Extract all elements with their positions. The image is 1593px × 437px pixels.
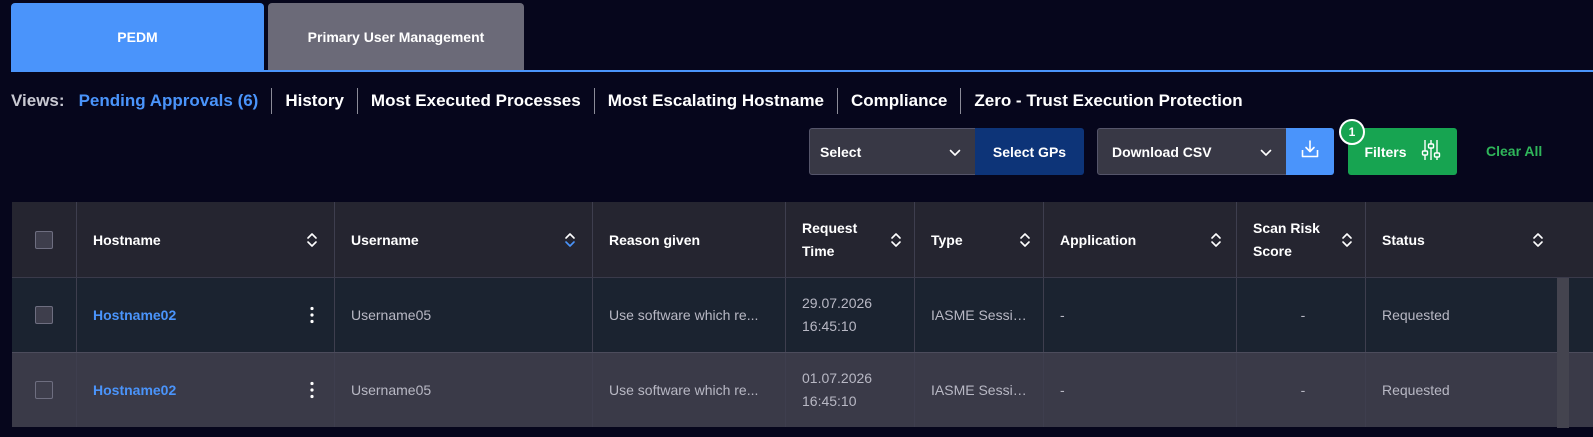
tab-primary-user-management[interactable]: Primary User Management	[268, 3, 524, 71]
filters-count-badge: 1	[1339, 119, 1365, 145]
header-hostname-label: Hostname	[93, 231, 161, 248]
views-nav: Views: Pending Approvals (6) History Mos…	[11, 88, 1256, 114]
tab-underline	[11, 70, 1593, 72]
scan-risk-cell: -	[1237, 353, 1366, 427]
type-text: IASME Sessio...	[931, 382, 1029, 398]
request-time-cell: 01.07.2026 16:45:10	[786, 353, 915, 427]
chevron-down-icon	[949, 144, 961, 160]
type-text: IASME Sessio...	[931, 307, 1029, 323]
request-date: 29.07.2026	[802, 295, 873, 311]
request-time-cell: 29.07.2026 16:45:10	[786, 278, 915, 352]
sort-icon[interactable]	[306, 230, 318, 250]
header-scan-risk-line1: Scan Risk	[1253, 219, 1320, 236]
header-reason: Reason given	[593, 202, 786, 277]
reason-cell: Use software which re...	[593, 278, 786, 352]
tab-pedm[interactable]: PEDM	[11, 3, 264, 71]
row-checkbox[interactable]	[35, 381, 53, 399]
type-cell: IASME Sessio...	[915, 278, 1044, 352]
sort-icon[interactable]	[1532, 230, 1544, 250]
sliders-icon	[1421, 139, 1441, 164]
download-button[interactable]	[1286, 128, 1334, 175]
request-time-value: 01.07.2026 16:45:10	[802, 367, 872, 413]
header-username: Username	[335, 202, 593, 277]
tab-bar: PEDM Primary User Management	[0, 0, 1593, 73]
header-select-cell	[12, 202, 77, 277]
header-username-label: Username	[351, 231, 419, 248]
reason-cell: Use software which re...	[593, 353, 786, 427]
clear-all-link[interactable]: Clear All	[1486, 143, 1542, 159]
status-cell: Requested	[1382, 307, 1450, 323]
application-cell: -	[1044, 353, 1237, 427]
header-scan-risk-label: Scan Risk Score	[1253, 217, 1320, 263]
header-request-time: Request Time	[786, 202, 915, 277]
header-reason-label: Reason given	[609, 231, 701, 248]
reason-text: Use software which re...	[609, 307, 759, 323]
scan-risk-value: -	[1300, 307, 1306, 323]
kebab-menu-icon[interactable]	[310, 381, 318, 399]
table-row: Hostname02 Username05 Use software which…	[12, 277, 1593, 352]
table-row: Hostname02 Username05 Use software which…	[12, 352, 1593, 427]
sort-icon[interactable]	[1341, 230, 1353, 250]
row-checkbox[interactable]	[35, 306, 53, 324]
sort-desc-icon[interactable]	[564, 230, 576, 250]
header-type: Type	[915, 202, 1044, 277]
hostname-link[interactable]: Hostname02	[93, 382, 176, 398]
hostname-link[interactable]: Hostname02	[93, 307, 176, 323]
select-all-checkbox[interactable]	[35, 230, 53, 249]
header-scan-risk-score: Scan Risk Score	[1237, 202, 1366, 277]
row-select-cell	[12, 278, 77, 352]
download-csv-select[interactable]: Download CSV	[1097, 128, 1287, 175]
header-hostname: Hostname	[77, 202, 335, 277]
status-cell: Requested	[1382, 382, 1450, 398]
type-cell: IASME Sessio...	[915, 353, 1044, 427]
header-type-label: Type	[931, 231, 963, 248]
views-label: Views:	[11, 91, 65, 110]
username-cell: Username05	[335, 278, 593, 352]
select-gps-button[interactable]: Select GPs	[975, 128, 1084, 175]
download-csv-value: Download CSV	[1112, 143, 1212, 160]
view-history[interactable]: History	[271, 88, 357, 114]
view-compliance[interactable]: Compliance	[837, 88, 960, 114]
scan-risk-value: -	[1300, 382, 1306, 398]
header-request-time-line2: Time	[802, 242, 835, 259]
approvals-table: Hostname Username Reason given Request T…	[12, 202, 1593, 427]
view-pending-approvals[interactable]: Pending Approvals (6)	[79, 88, 272, 114]
reason-text: Use software which re...	[609, 382, 759, 398]
view-most-executed-processes[interactable]: Most Executed Processes	[356, 88, 594, 114]
table-scrollbar[interactable]	[1557, 278, 1569, 428]
header-status-label: Status	[1382, 231, 1425, 248]
hostname-cell: Hostname02	[77, 353, 335, 427]
request-time: 16:45:10	[802, 318, 857, 334]
sort-icon[interactable]	[1210, 230, 1222, 250]
download-icon	[1300, 139, 1320, 164]
sort-icon[interactable]	[1019, 230, 1031, 250]
scan-risk-cell: -	[1237, 278, 1366, 352]
kebab-menu-icon[interactable]	[310, 306, 318, 324]
gp-select-value: Select	[820, 143, 862, 160]
row-select-cell	[12, 353, 77, 427]
username-cell: Username05	[335, 353, 593, 427]
request-time-value: 29.07.2026 16:45:10	[802, 292, 872, 338]
header-request-time-line1: Request	[802, 219, 858, 236]
header-application: Application	[1044, 202, 1237, 277]
request-date: 01.07.2026	[802, 370, 873, 386]
chevron-down-icon	[1260, 144, 1272, 160]
table-header-row: Hostname Username Reason given Request T…	[12, 202, 1593, 277]
view-zero-trust-execution-protection[interactable]: Zero - Trust Execution Protection	[960, 88, 1255, 114]
hostname-cell: Hostname02	[77, 278, 335, 352]
header-scan-risk-line2: Score	[1253, 242, 1292, 259]
filters-label: Filters	[1364, 143, 1407, 160]
sort-icon[interactable]	[890, 230, 902, 250]
gp-select[interactable]: Select	[809, 128, 976, 175]
header-status: Status	[1366, 202, 1558, 277]
header-request-time-label: Request Time	[802, 217, 857, 263]
header-application-label: Application	[1060, 231, 1137, 248]
application-cell: -	[1044, 278, 1237, 352]
view-most-escalating-hostname[interactable]: Most Escalating Hostname	[593, 88, 837, 114]
request-time: 16:45:10	[802, 393, 857, 409]
